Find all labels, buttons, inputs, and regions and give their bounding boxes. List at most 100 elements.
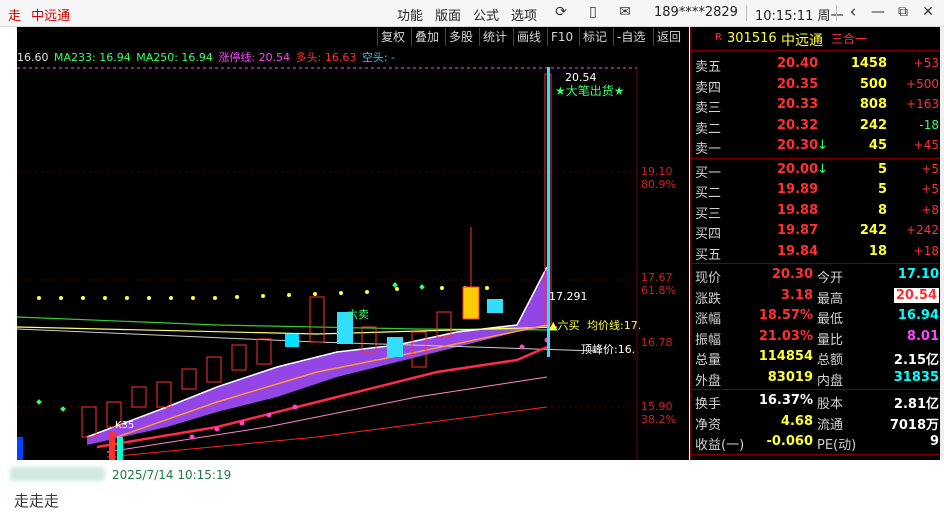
stat-value: 21.03%	[758, 328, 813, 344]
stat-value: -0.060	[766, 434, 813, 449]
bid-row[interactable]: 买一 20.00 ↓ 5 +5	[691, 160, 941, 181]
menu-layout[interactable]: 版面	[435, 5, 461, 24]
big-sell-label: ★大笔出货★	[555, 84, 625, 98]
stat-label: 最低	[817, 312, 844, 327]
candle	[206, 356, 222, 383]
back-icon[interactable]: ‹	[845, 4, 861, 21]
k-label: K35	[115, 420, 135, 431]
order-volume: 500	[859, 76, 887, 92]
stat-value: 16.37%	[758, 393, 813, 408]
stat-row: 现价 20.30 今开 17.10	[691, 265, 941, 286]
order-change: +5	[921, 161, 939, 176]
stat-value: 83019	[767, 369, 813, 385]
axis-tick: 19.10 80.9%	[641, 165, 676, 191]
trading-app-window: 走 中远通 功能 版面 公式 选项 ⟳ ▯ ✉ 189****2829 10:1…	[0, 0, 944, 517]
quote-panel: R 301516 中远通 三合一 卖五 20.40 1458 +53 卖四 20.35 50…	[690, 27, 941, 497]
stat-value: 31835	[893, 369, 939, 385]
order-label: 卖五	[695, 60, 722, 75]
ask-row[interactable]: 卖三 20.33 808 +163	[691, 95, 941, 116]
quote-header: R 301516 中远通 三合一	[691, 27, 941, 51]
ask-row[interactable]: 卖五 20.40 1458 +53	[691, 54, 941, 75]
order-volume: 8	[877, 202, 887, 218]
blurred-username	[10, 467, 105, 481]
stat-label: 内盘	[817, 373, 844, 389]
bid-row[interactable]: 买二 19.89 5 +5	[691, 180, 941, 201]
title-divider	[836, 5, 837, 21]
document-icon[interactable]: ▯	[585, 4, 601, 20]
candle	[81, 406, 97, 438]
ask-row[interactable]: 卖二 20.32 242 -18	[691, 116, 941, 137]
order-label: 卖四	[695, 80, 722, 96]
ask-row[interactable]: 卖四 20.35 500 +500	[691, 75, 941, 96]
stat-value: 7018万	[889, 417, 939, 433]
volume-bar	[117, 437, 123, 460]
bid-row[interactable]: 买五 19.84 18 +18	[691, 242, 941, 263]
stat-value: 17.10	[897, 267, 939, 282]
stat-value: 20.30	[771, 267, 813, 282]
stat-label: 流通	[817, 417, 844, 433]
order-label: 买二	[695, 186, 722, 201]
stat-row: 涨跌 3.18 最高 20.54	[691, 286, 941, 307]
right-edge-strip	[940, 27, 944, 460]
stock-name[interactable]: 中远通	[781, 30, 823, 50]
order-label: 买四	[695, 227, 722, 242]
stat-value: 9	[929, 434, 939, 449]
stock-code[interactable]: 301516	[727, 31, 777, 46]
avg-line-label: 均价线:17.	[587, 319, 642, 332]
level-label: 17.291	[549, 290, 588, 303]
divider	[691, 157, 941, 159]
close-icon[interactable]: ✕	[920, 4, 936, 20]
user-account[interactable]: 189****2829	[654, 5, 738, 20]
kline-chart-panel[interactable]: 复权 叠加 多股 统计 画线 F10 标记 -自选 返回 16.60 MA233…	[17, 27, 689, 460]
app-mark: 走	[8, 9, 22, 24]
order-price: 19.84	[777, 243, 819, 259]
order-volume: 5	[877, 161, 887, 177]
refresh-icon[interactable]: ⟳	[553, 4, 569, 20]
stat-row: 振幅 21.03% 量比 8.01	[691, 327, 941, 348]
divider	[691, 453, 941, 455]
order-label: 卖二	[695, 121, 722, 137]
arrow-down-icon: ↓	[817, 161, 828, 177]
tag-label: 三合一	[831, 32, 868, 46]
divider	[691, 263, 941, 264]
bid-row[interactable]: 买三 19.88 8 +8	[691, 201, 941, 222]
stat-label: 涨跌	[695, 291, 722, 307]
order-volume: 45	[868, 138, 887, 153]
order-label: 买一	[695, 165, 722, 181]
order-volume: 18	[868, 243, 887, 259]
arrow-down-icon: ↓	[817, 138, 828, 153]
order-label: 卖三	[695, 101, 722, 116]
axis-tick: 17.67 61.8%	[641, 271, 676, 297]
order-price: 20.32	[777, 117, 819, 133]
mail-icon[interactable]: ✉	[617, 4, 633, 20]
stat-value: 3.18	[780, 287, 813, 303]
candle	[285, 334, 299, 347]
order-change: +8	[921, 202, 939, 217]
stat-value: 18.57%	[758, 308, 813, 323]
order-label: 卖一	[695, 142, 722, 157]
bid-row[interactable]: 买四 19.87 242 +242	[691, 221, 941, 242]
menu-formula[interactable]: 公式	[473, 5, 499, 24]
order-label: 买三	[695, 206, 722, 222]
candle	[181, 368, 197, 390]
ask-row[interactable]: 卖一 20.30 ↓ 45 +45	[691, 136, 941, 157]
order-change: -18	[919, 117, 939, 132]
flag-badge: R	[715, 32, 722, 43]
stat-label: 最高	[817, 291, 844, 307]
restore-icon[interactable]: ⧉	[895, 4, 911, 20]
order-volume: 808	[859, 97, 887, 112]
menu-options[interactable]: 选项	[511, 5, 537, 24]
menu-function[interactable]: 功能	[397, 5, 423, 24]
minimize-icon[interactable]: —	[870, 4, 886, 20]
stat-label: 外盘	[695, 373, 722, 389]
stat-value: 114854	[758, 349, 813, 364]
stat-value: 2.15亿	[893, 353, 939, 368]
axis-tick: 16.78	[641, 336, 673, 349]
left-edge-strip	[0, 27, 17, 460]
stat-value: 20.54	[893, 287, 939, 303]
axis-tick: 15.90 38.2%	[641, 400, 676, 426]
stat-label: 收益(一)	[695, 438, 745, 453]
stat-row: 涨幅 18.57% 最低 16.94	[691, 306, 941, 327]
stat-label: 总量	[695, 353, 722, 368]
order-price: 19.89	[777, 182, 819, 197]
